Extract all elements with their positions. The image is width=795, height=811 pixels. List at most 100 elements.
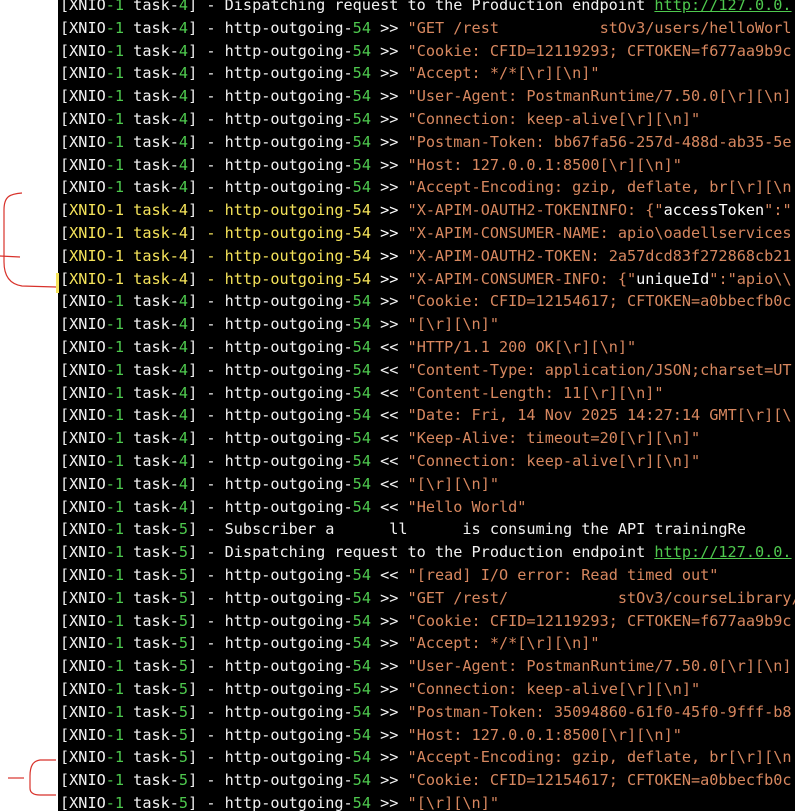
thread-name: XNIO	[69, 87, 106, 106]
task-label: task-	[124, 657, 179, 676]
open-bracket: [	[60, 748, 70, 767]
direction-arrow: >>	[370, 611, 408, 630]
connection-name: - http-outgoing-	[197, 201, 353, 220]
log-message-rest: ":"	[764, 201, 792, 220]
connection-number: 54	[352, 565, 371, 584]
connection-number: 54	[352, 793, 371, 811]
open-bracket: [	[60, 565, 70, 584]
task-number: 4	[178, 246, 189, 265]
task-number: 4	[178, 132, 189, 151]
connection-number: 54	[352, 201, 371, 220]
close-bracket: ]	[188, 109, 198, 128]
open-bracket: [	[60, 132, 70, 151]
endpoint-link[interactable]: http://127.0.0.	[654, 543, 791, 561]
thread-number: -1	[105, 748, 125, 767]
log-message: "[read] I/O error: Read timed out"	[407, 565, 719, 584]
task-number: 5	[178, 565, 189, 584]
thread-name: XNIO	[69, 337, 106, 356]
open-bracket: [	[60, 41, 70, 60]
connection-number: 54	[352, 292, 371, 311]
log-message: "Content-Length: 11[\r][\n]"	[407, 383, 664, 402]
log-line: [XNIO-1 task-4] - http-outgoing-54 << "K…	[60, 427, 795, 450]
direction-arrow: >>	[370, 702, 408, 721]
task-number: 5	[178, 679, 189, 698]
direction-arrow: >>	[370, 132, 408, 151]
connection-number: 54	[352, 429, 371, 448]
connection-name: - http-outgoing-	[197, 611, 353, 630]
log-message: "Connection: keep-alive[\r][\n]"	[407, 679, 701, 698]
thread-name: XNIO	[69, 360, 106, 379]
log-message: - Dispatching request to the Production …	[197, 0, 655, 14]
red-tick-top	[0, 255, 21, 258]
log-message: "Accept-Encoding: gzip, deflate, br[\r][…	[407, 178, 792, 197]
thread-name: XNIO	[69, 497, 106, 516]
connection-name: - http-outgoing-	[197, 657, 353, 676]
direction-arrow: >>	[370, 292, 408, 311]
connection-number: 54	[352, 725, 371, 744]
log-message-key: accessToken	[663, 201, 765, 220]
connection-name: - http-outgoing-	[197, 178, 353, 197]
connection-name: - http-outgoing-	[197, 315, 353, 334]
console-output[interactable]: [XNIO-1 task-4] - Dispatching request to…	[58, 0, 795, 811]
close-bracket: ]	[188, 611, 198, 630]
connection-number: 54	[352, 337, 371, 356]
direction-arrow: >>	[370, 109, 408, 128]
log-line: [XNIO-1 task-4] - http-outgoing-54 >> "U…	[60, 85, 795, 108]
connection-name: - http-outgoing-	[197, 155, 353, 174]
log-message: "Connection: keep-alive[\r][\n]"	[407, 109, 701, 128]
open-bracket: [	[60, 474, 70, 493]
connection-name: - http-outgoing-	[197, 748, 353, 767]
task-label: task-	[124, 702, 179, 721]
direction-arrow: >>	[370, 223, 408, 242]
connection-name: - http-outgoing-	[197, 679, 353, 698]
task-label: task-	[124, 64, 179, 83]
open-bracket: [	[60, 543, 70, 562]
thread-number: -1	[105, 725, 125, 744]
log-message: "GET /rest/ stOv3/courseLibrary/s	[407, 588, 795, 607]
task-label: task-	[124, 337, 179, 356]
open-bracket: [	[60, 337, 70, 356]
log-line: [XNIO-1 task-4] - http-outgoing-54 << "C…	[60, 450, 795, 473]
close-bracket: ]	[188, 793, 198, 811]
thread-number: -1	[105, 474, 125, 493]
close-bracket: ]	[188, 87, 198, 106]
log-message: "User-Agent: PostmanRuntime/7.50.0[\r][\…	[407, 657, 792, 676]
thread-name: XNIO	[69, 748, 106, 767]
log-line: [XNIO-1 task-5] - http-outgoing-54 << "[…	[60, 564, 795, 587]
direction-arrow: >>	[370, 771, 408, 790]
log-message: "Keep-Alive: timeout=20[\r][\n]"	[407, 429, 701, 448]
task-number: 4	[178, 269, 189, 288]
close-bracket: ]	[188, 155, 198, 174]
thread-name: XNIO	[69, 588, 106, 607]
close-bracket: ]	[188, 406, 198, 425]
thread-name: XNIO	[69, 178, 106, 197]
task-label: task-	[124, 771, 179, 790]
log-message: "Accept: */*[\r][\n]"	[407, 64, 600, 83]
task-number: 4	[178, 337, 189, 356]
log-message: "X-APIM-OAUTH2-TOKENINFO: {"	[407, 201, 664, 220]
scrollbar-left-accent	[56, 273, 59, 293]
close-bracket: ]	[188, 679, 198, 698]
connection-number: 54	[352, 87, 371, 106]
log-message: "X-APIM-CONSUMER-INFO: {"	[407, 269, 637, 288]
open-bracket: [	[60, 0, 70, 14]
task-number: 5	[178, 520, 189, 539]
task-label: task-	[124, 87, 179, 106]
connection-number: 54	[352, 155, 371, 174]
task-label: task-	[124, 543, 179, 562]
task-label: task-	[124, 246, 179, 265]
connection-number: 54	[352, 109, 371, 128]
close-bracket: ]	[188, 132, 198, 151]
direction-arrow: >>	[370, 87, 408, 106]
task-number: 4	[178, 201, 189, 220]
endpoint-link[interactable]: http://127.0.0.	[654, 0, 791, 14]
log-message: "Postman-Token: bb67fa56-257d-488d-ab35-…	[407, 132, 792, 151]
open-bracket: [	[60, 269, 70, 288]
thread-name: XNIO	[69, 292, 106, 311]
connection-number: 54	[352, 18, 371, 37]
log-line: [XNIO-1 task-5] - Subscriber a ll is con…	[60, 518, 795, 541]
task-label: task-	[124, 132, 179, 151]
connection-number: 54	[352, 223, 371, 242]
open-bracket: [	[60, 292, 70, 311]
log-message: "Connection: keep-alive[\r][\n]"	[407, 451, 701, 470]
